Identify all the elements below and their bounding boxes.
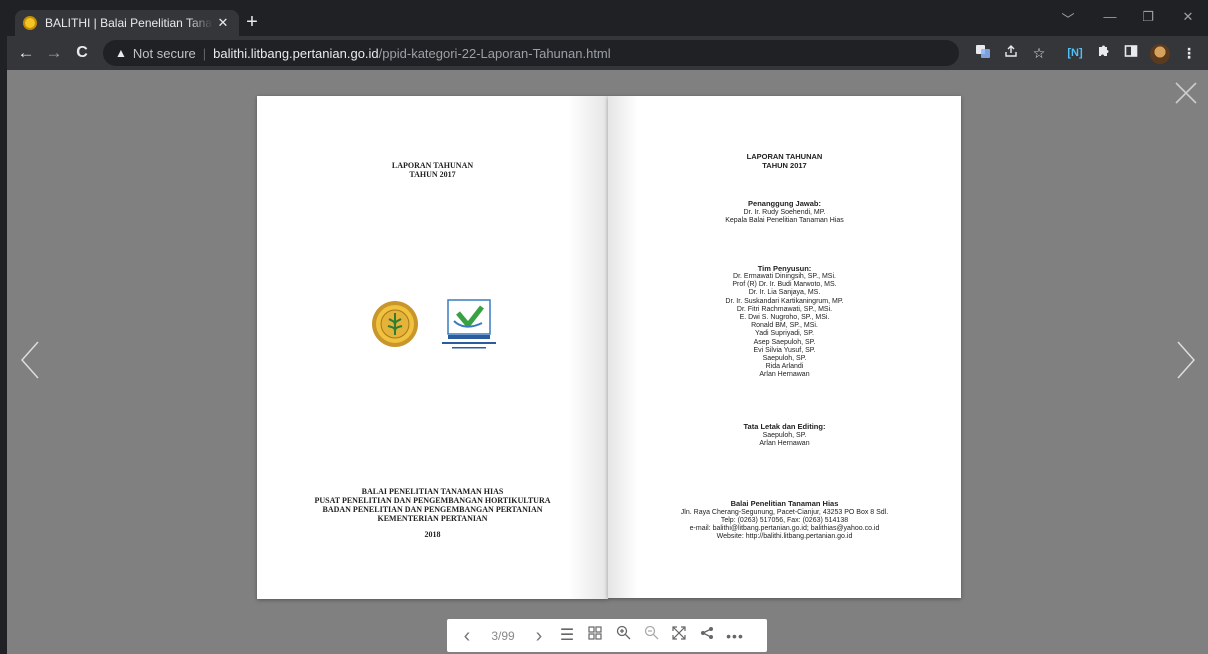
url-separator: | [202, 45, 207, 61]
close-viewer-icon[interactable] [1173, 80, 1199, 106]
left-org-line4: KEMENTERIAN PERTANIAN [377, 514, 488, 523]
tab-strip: BALITHI | Balai Penelitian Tanaman Hias … [7, 6, 1208, 36]
left-page: LAPORAN TAHUNAN TAHUN 2017 BALAI PENELIT… [257, 96, 608, 599]
prev-page-icon[interactable]: ‹ [453, 624, 481, 648]
tab-title: BALITHI | Balai Penelitian Tanaman Hias [45, 16, 213, 30]
institution-phone: Telp: (0263) 517056, Fax: (0263) 514138 [720, 517, 849, 524]
left-year: 2018 [424, 530, 441, 539]
address-bar[interactable]: ▲ Not secure | balithi.litbang.pertanian… [103, 40, 959, 66]
team-member: Yadi Supriyadi, SP. [755, 330, 814, 338]
extension-n-icon[interactable]: [N] [1065, 43, 1085, 63]
thumbnails-icon[interactable] [581, 624, 609, 648]
team-member: E. Dwi S. Nugroho, SP., MSi. [739, 314, 830, 321]
site-favicon-icon [23, 16, 37, 30]
url-path: /ppid-kategori-22-Laporan-Tahunan.html [378, 45, 611, 61]
pj-role: Kepala Balai Penelitian Tanaman Hias [725, 217, 844, 224]
more-menu-icon[interactable]: ⋮ [1179, 43, 1199, 63]
profile-avatar[interactable] [1150, 44, 1170, 64]
team-member: Asep Saepuloh, SP. [753, 338, 816, 346]
institution-email: e-mail: balithi@litbang.pertanian.go.id;… [689, 525, 880, 532]
team-member: Dr. Ir. Lia Sanjaya, MS. [748, 289, 821, 297]
reload-button[interactable]: C [71, 42, 93, 64]
new-tab-button[interactable]: + [241, 11, 263, 33]
pj-heading: Penanggung Jawab: [748, 199, 821, 208]
team-member: Prof (R) Dr. Ir. Budi Marwoto, MS. [732, 281, 837, 289]
team-member: Arlan Hernawan [759, 371, 810, 379]
iso-quality-logo-icon [442, 299, 496, 349]
browser-window: BALITHI | Balai Penelitian Tanaman Hias … [7, 6, 1208, 654]
left-title-line2: TAHUN 2017 [409, 170, 456, 179]
url-host: balithi.litbang.pertanian.go.id [213, 45, 379, 61]
pj-name: Dr. Ir. Rudy Soehendi, MP. [743, 209, 826, 216]
team-member: Saepuloh, SP. [762, 355, 807, 362]
minimize-button[interactable]: — [1095, 9, 1125, 24]
browser-toolbar: ← → C ▲ Not secure | balithi.litbang.per… [7, 36, 1208, 70]
team-heading: Tim Penyusun: [757, 264, 812, 273]
table-of-contents-icon[interactable]: ☰ [553, 624, 581, 648]
next-page-arrow-icon[interactable] [1175, 340, 1197, 380]
warning-icon: ▲ [115, 46, 127, 60]
translate-icon[interactable] [973, 43, 993, 65]
window-close-button[interactable]: ✕ [1173, 9, 1203, 25]
more-options-icon[interactable]: ••• [721, 624, 749, 648]
fullscreen-icon[interactable] [665, 624, 693, 648]
share-icon[interactable] [1001, 43, 1021, 63]
next-page-icon[interactable]: › [525, 624, 553, 648]
prev-page-arrow-icon[interactable] [19, 340, 41, 380]
tab-search-button[interactable]: ﹀ [1053, 9, 1083, 28]
kementan-logo-icon [372, 301, 418, 347]
team-member: Ronald BM, SP., MSi. [751, 322, 818, 330]
back-button[interactable]: ← [15, 42, 37, 64]
team-member: Rida Arlandi [765, 363, 804, 371]
institution-address: Jln. Raya Cherang-Segunung, Pacet-Cianju… [680, 509, 889, 516]
team-member: Dr. Ermawati Diningsih, SP., MSi. [733, 273, 836, 280]
not-secure-label[interactable]: Not secure [133, 46, 196, 61]
browser-tab[interactable]: BALITHI | Balai Penelitian Tanaman Hias … [15, 10, 239, 36]
zoom-in-icon[interactable] [609, 624, 637, 648]
team-member: Dr. Ir. Suskandari Kartikaningrum, MP. [725, 297, 844, 305]
right-page: LAPORAN TAHUNAN TAHUN 2017 Penanggung Ja… [608, 96, 961, 598]
right-title-line2: TAHUN 2017 [762, 161, 807, 170]
team-member: Evi Silvia Yusuf, SP. [753, 346, 816, 354]
layout-name: Arlan Hernawan [759, 440, 810, 447]
zoom-out-icon[interactable] [637, 624, 665, 648]
layout-heading: Tata Letak dan Editing: [743, 422, 826, 431]
tab-close-button[interactable]: ✕ [215, 15, 231, 31]
extensions-puzzle-icon[interactable] [1093, 43, 1113, 63]
side-panel-icon[interactable] [1121, 43, 1141, 63]
bookmark-star-icon[interactable]: ☆ [1029, 43, 1049, 63]
layout-name: Saepuloh, SP. [762, 432, 807, 439]
institution-website: Website: http://balithi.litbang.pertania… [716, 533, 853, 540]
restore-button[interactable]: ❐ [1133, 9, 1163, 25]
flipbook-viewer: LAPORAN TAHUNAN TAHUN 2017 BALAI PENELIT… [7, 70, 1208, 654]
team-member: Dr. Fitri Rachmawati, SP., MSi. [736, 305, 833, 313]
viewer-control-bar: ‹ 3/99 › ☰ ••• [447, 619, 767, 652]
right-title-line1: LAPORAN TAHUNAN [746, 152, 823, 161]
institution-name: Balai Penelitian Tanaman Hias [730, 499, 839, 508]
page-indicator[interactable]: 3/99 [481, 629, 525, 643]
share-icon[interactable] [693, 624, 721, 648]
forward-button[interactable]: → [43, 42, 65, 64]
